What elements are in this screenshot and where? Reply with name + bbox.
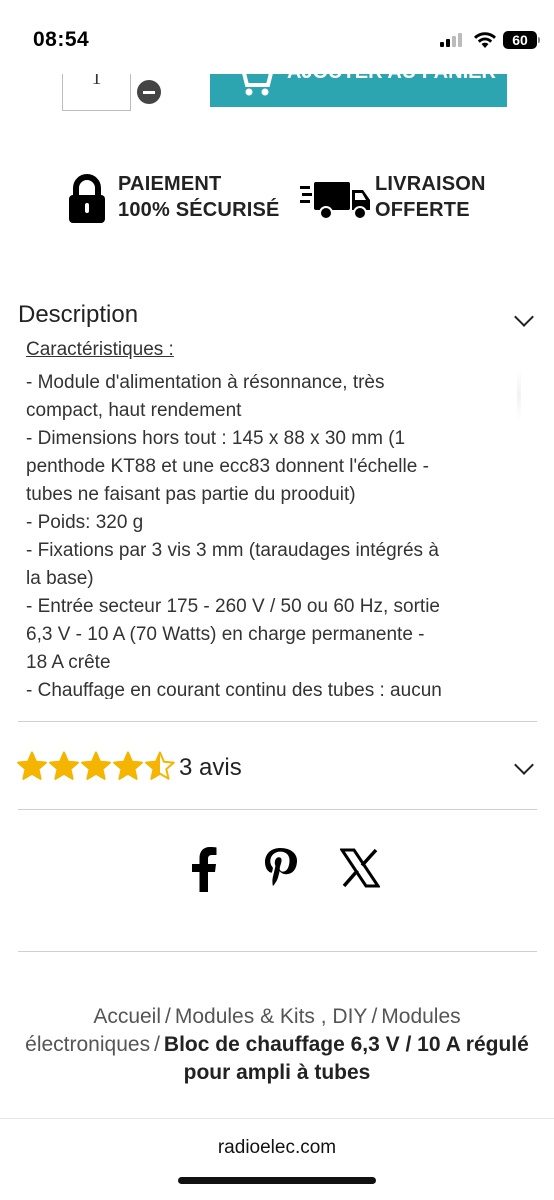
pinterest-icon[interactable] [262, 846, 300, 892]
description-line: la base) [26, 568, 94, 589]
chevron-down-icon[interactable] [514, 755, 534, 775]
quantity-decrease-button[interactable] [137, 80, 161, 104]
description-line: compact, haut rendement [26, 400, 242, 421]
description-line: 6,3 V - 10 A (70 Watts) en charge perman… [26, 624, 425, 645]
breadcrumb-separator: / [154, 1033, 160, 1056]
battery-nub [538, 37, 540, 43]
status-bar: 08:54 60 [0, 0, 554, 74]
star-icon [81, 751, 111, 780]
description-heading: Caractéristiques : [26, 341, 174, 360]
divider [18, 951, 537, 952]
payment-line-1: PAIEMENT [118, 173, 222, 195]
delivery-line-2: OFFERTE [375, 199, 470, 221]
star-icon [113, 751, 143, 780]
description-line: - Module d'alimentation à résonnance, tr… [26, 372, 385, 393]
lock-icon [69, 174, 105, 223]
x-icon[interactable] [340, 848, 380, 888]
breadcrumb: Accueil / Modules & Kits , DIY / Modules éle… [20, 1003, 534, 1087]
description-scrollbar[interactable] [517, 370, 521, 420]
wifi-icon [474, 32, 496, 48]
divider [18, 721, 537, 722]
home-indicator[interactable] [178, 1177, 376, 1184]
description-line: tubes ne faisant pas partie du prooduit) [26, 484, 356, 505]
description-line: - Poids: 320 g [26, 512, 144, 533]
chevron-down-icon[interactable] [514, 307, 534, 327]
breadcrumb-current: Bloc de chauffage 6,3 V / 10 A régulé po… [163, 1033, 529, 1084]
payment-line-2: 100% SÉCURISÉ [118, 199, 280, 221]
star-icon [49, 751, 79, 780]
battery-indicator: 60 [503, 31, 537, 49]
description-line: 18 A crête [26, 652, 111, 673]
description-line: - Fixations par 3 vis 3 mm (taraudages i… [26, 540, 439, 561]
description-line: - Dimensions hors tout : 145 x 88 x 30 m… [26, 428, 406, 449]
description-line: penthode KT88 et une ecc83 donnent l'éch… [26, 456, 429, 477]
signal-icon [440, 33, 462, 47]
breadcrumb-separator: / [165, 1005, 171, 1028]
description-line: - Entrée secteur 175 - 260 V / 50 ou 60 … [26, 596, 441, 617]
breadcrumb-item-home[interactable]: Accueil [93, 1005, 161, 1028]
reviews-count[interactable]: 3 avis [179, 754, 242, 782]
facebook-icon[interactable] [190, 846, 218, 892]
rating-stars[interactable] [17, 751, 175, 781]
star-icon [145, 751, 175, 780]
description-content: Caractéristiques : - Module d'alimentati… [26, 341, 526, 699]
description-line: - Chauffage en courant continu des tubes… [26, 680, 442, 699]
address-bar-domain[interactable]: radioelec.com [0, 1137, 554, 1159]
status-time: 08:54 [33, 28, 90, 51]
delivery-line-1: LIVRAISON [375, 173, 486, 195]
breadcrumb-item-modules-kits[interactable]: Modules & Kits , DIY [175, 1005, 368, 1028]
divider [18, 809, 537, 810]
truck-icon [300, 182, 370, 220]
star-icon [17, 751, 47, 780]
browser-bottom-bar [0, 1118, 554, 1200]
free-delivery-text: LIVRAISON OFFERTE [375, 171, 486, 223]
payment-security-text: PAIEMENT 100% SÉCURISÉ [118, 171, 280, 223]
description-title[interactable]: Description [18, 301, 138, 329]
breadcrumb-separator: / [371, 1005, 378, 1028]
